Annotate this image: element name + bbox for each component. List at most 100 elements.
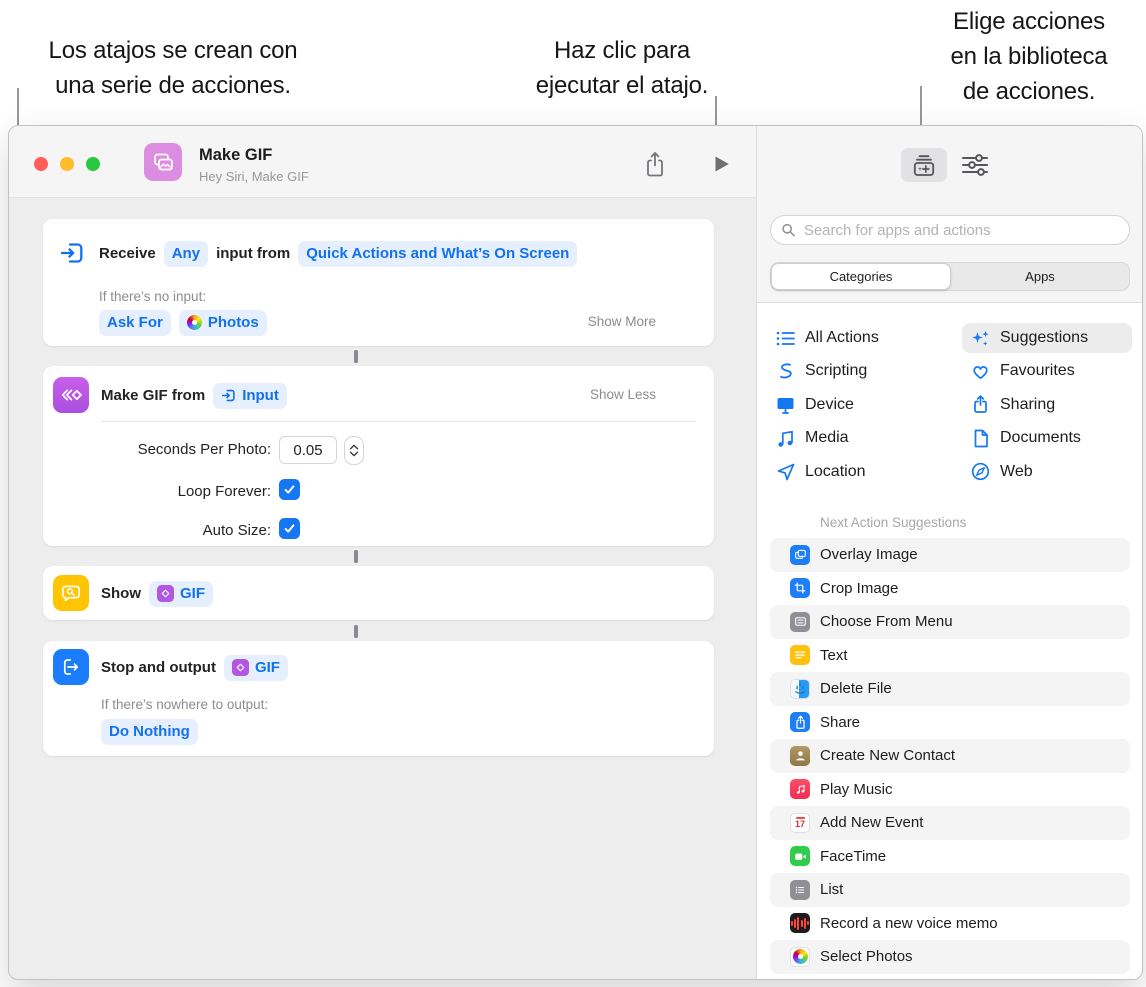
suggestion-label: Record a new voice memo — [820, 914, 998, 932]
suggestion-text[interactable]: Text — [770, 639, 1130, 673]
callout-line: una serie de acciones. — [55, 72, 291, 99]
stop-output-action-icon — [53, 649, 89, 685]
sidebar-header: Categories Apps — [757, 126, 1142, 303]
input-variable-token[interactable]: Input — [213, 382, 287, 409]
navigation-arrow-icon — [777, 463, 795, 481]
suggestions-header: Next Action Suggestions — [820, 515, 967, 530]
callout-line: Elige acciones — [953, 8, 1105, 35]
show-more-button[interactable]: Show More — [588, 314, 656, 329]
callout-create: Los atajos se crean con una serie de acc… — [8, 33, 338, 103]
suggestion-record-voice-memo[interactable]: Record a new voice memo — [770, 907, 1130, 941]
suggestion-overlay-image[interactable]: Overlay Image — [770, 538, 1130, 572]
category-label: Device — [805, 395, 854, 413]
action-title: Stop and output — [101, 659, 216, 676]
overlay-image-icon — [790, 544, 810, 565]
search-field[interactable] — [770, 215, 1130, 245]
suggestion-add-new-event[interactable]: 17 Add New Event — [770, 806, 1130, 840]
category-favourites[interactable]: Favourites — [970, 356, 1075, 386]
seconds-per-photo-label: Seconds Per Photo: — [137, 441, 271, 458]
make-gif-action-icon — [53, 377, 89, 413]
zoom-button[interactable] — [86, 157, 100, 171]
action-card-make-gif[interactable]: Make GIF from Input Show Less Seconds Pe… — [43, 366, 714, 546]
tab-categories[interactable]: Categories — [771, 263, 951, 290]
gif-variable-token[interactable]: GIF — [149, 580, 213, 607]
photos-token[interactable]: Photos — [178, 309, 267, 336]
calendar-day: 17 — [794, 819, 805, 830]
connector-dash — [354, 350, 358, 363]
category-label: Suggestions — [1000, 329, 1089, 346]
tab-apps[interactable]: Apps — [951, 263, 1129, 290]
suggestion-label: Crop Image — [820, 579, 899, 597]
category-documents[interactable]: Documents — [970, 423, 1081, 453]
category-device[interactable]: Device — [775, 390, 854, 420]
category-sharing[interactable]: Sharing — [970, 390, 1055, 420]
suggestion-label: Create New Contact — [820, 747, 956, 765]
suggestion-list[interactable]: List — [770, 873, 1130, 907]
suggestion-select-photos[interactable]: Select Photos — [770, 940, 1130, 974]
callout-line: Haz clic para — [553, 37, 691, 64]
gif-variable-token[interactable]: GIF — [223, 654, 288, 681]
shortcut-icon — [144, 143, 182, 181]
seconds-stepper[interactable] — [344, 436, 364, 465]
text-icon — [790, 645, 810, 666]
photos-pinwheel-icon — [790, 946, 810, 967]
sidebar-options-button[interactable] — [960, 153, 990, 177]
action-card-receive[interactable]: Receive Any input from Quick Actions and… — [43, 219, 714, 346]
category-label: Scripting — [805, 362, 868, 379]
all-actions-icon — [776, 331, 795, 345]
action-card-stop-output[interactable]: Stop and output GIF If there’s nowhere t… — [43, 641, 714, 756]
search-input[interactable] — [801, 220, 1119, 240]
action-card-show[interactable]: Show GIF — [43, 566, 714, 620]
suggestion-share[interactable]: Share — [770, 706, 1130, 740]
photos-frames-icon — [153, 153, 173, 170]
suggestion-play-music[interactable]: Play Music — [770, 773, 1130, 807]
suggestion-choose-from-menu[interactable]: Choose From Menu — [770, 605, 1130, 639]
input-type-token[interactable]: Any — [163, 240, 209, 267]
input-source-token[interactable]: Quick Actions and What’s On Screen — [298, 240, 578, 267]
suggestion-label: Select Photos — [820, 948, 913, 966]
category-suggestions[interactable]: Suggestions — [962, 323, 1132, 353]
document-icon — [974, 429, 988, 447]
do-nothing-token[interactable]: Do Nothing — [101, 718, 198, 745]
callout-library: Elige acciones en la biblioteca de accio… — [915, 4, 1143, 109]
heart-icon — [973, 365, 988, 379]
action-library-sidebar: Categories Apps All Actions Suggestion — [756, 126, 1142, 979]
category-media[interactable]: Media — [775, 423, 849, 453]
shortcut-subtitle: Hey Siri, Make GIF — [199, 169, 309, 184]
minimize-button[interactable] — [60, 157, 74, 171]
show-action-icon — [53, 575, 89, 611]
suggestion-label: Delete File — [820, 680, 892, 698]
suggestion-facetime[interactable]: FaceTime — [770, 840, 1130, 874]
action-library-icon — [913, 154, 935, 176]
suggestion-label: Overlay Image — [820, 546, 918, 564]
suggestion-crop-image[interactable]: Crop Image — [770, 572, 1130, 606]
display-icon — [777, 398, 794, 414]
run-shortcut-button[interactable] — [709, 152, 733, 176]
suggestion-delete-file[interactable]: Delete File — [770, 672, 1130, 706]
close-button[interactable] — [34, 157, 48, 171]
loop-forever-checkbox[interactable] — [279, 479, 300, 500]
finder-icon — [790, 678, 810, 699]
suggestion-create-new-contact[interactable]: Create New Contact — [770, 739, 1130, 773]
checkmark-icon — [284, 524, 295, 533]
seconds-per-photo-field[interactable]: 0.05 — [279, 436, 337, 464]
category-scripting[interactable]: Scripting — [775, 356, 867, 386]
compass-icon — [971, 462, 990, 481]
suggestion-label: Share — [820, 713, 861, 731]
sparkles-icon — [972, 330, 989, 346]
show-less-button[interactable]: Show Less — [590, 387, 656, 402]
category-web[interactable]: Web — [970, 457, 1033, 487]
category-location[interactable]: Location — [775, 457, 866, 487]
action-library-button[interactable] — [901, 148, 947, 182]
callout-line: Los atajos se crean con — [48, 37, 298, 64]
share-button[interactable] — [642, 149, 668, 179]
category-all-actions[interactable]: All Actions — [775, 323, 879, 353]
auto-size-checkbox[interactable] — [279, 518, 300, 539]
ask-for-token[interactable]: Ask For — [99, 309, 171, 336]
gif-variable-icon — [231, 659, 249, 676]
action-verb: Receive — [99, 245, 156, 262]
photos-token-label: Photos — [207, 314, 259, 331]
sliders-icon — [962, 154, 988, 176]
nowhere-to-output-label: If there’s nowhere to output: — [101, 697, 269, 712]
auto-size-label: Auto Size: — [202, 522, 271, 539]
